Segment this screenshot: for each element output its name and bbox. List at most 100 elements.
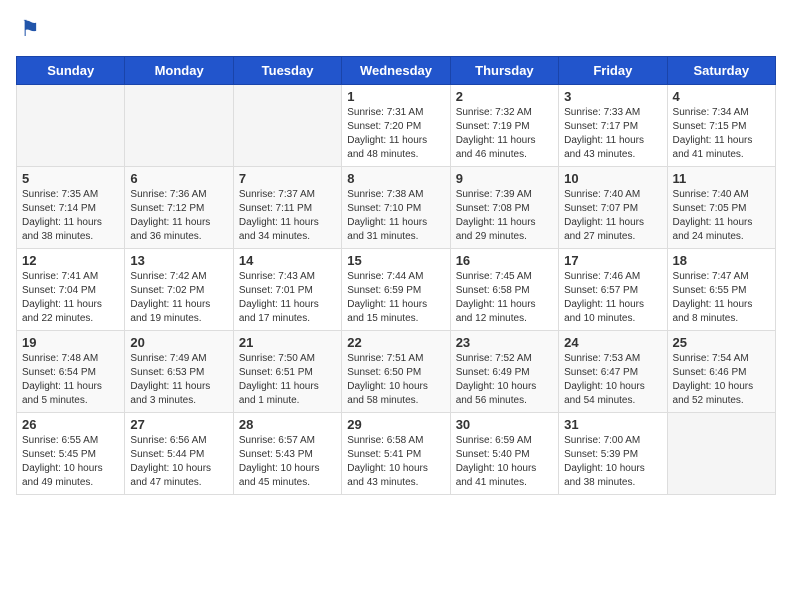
calendar-cell: 6 Sunrise: 7:36 AM Sunset: 7:12 PM Daylig… [125,167,233,249]
svg-text:⚑: ⚑ [20,16,40,41]
calendar-cell [17,85,125,167]
calendar-week-2: 5 Sunrise: 7:35 AM Sunset: 7:14 PM Daylig… [17,167,776,249]
day-info: Sunrise: 6:59 AM Sunset: 5:40 PM Dayligh… [456,434,553,490]
calendar-week-3: 12Sunrise: 7:41 AM Sunset: 7:04 PM Dayli… [17,249,776,331]
day-info: Sunrise: 7:43 AM Sunset: 7:01 PM Dayligh… [239,270,336,326]
day-number: 27 [130,417,227,432]
day-number: 22 [347,335,444,350]
day-info: Sunrise: 7:45 AM Sunset: 6:58 PM Dayligh… [456,270,553,326]
day-number: 5 [22,171,119,186]
day-number: 15 [347,253,444,268]
weekday-header-monday: Monday [125,57,233,85]
day-info: Sunrise: 7:31 AM Sunset: 7:20 PM Dayligh… [347,106,444,162]
day-info: Sunrise: 7:48 AM Sunset: 6:54 PM Dayligh… [22,352,119,408]
day-info: Sunrise: 7:49 AM Sunset: 6:53 PM Dayligh… [130,352,227,408]
day-info: Sunrise: 7:40 AM Sunset: 7:05 PM Dayligh… [673,188,770,244]
day-info: Sunrise: 6:55 AM Sunset: 5:45 PM Dayligh… [22,434,119,490]
weekday-header-wednesday: Wednesday [342,57,450,85]
weekday-header-saturday: Saturday [667,57,775,85]
day-info: Sunrise: 7:39 AM Sunset: 7:08 PM Dayligh… [456,188,553,244]
day-info: Sunrise: 7:35 AM Sunset: 7:14 PM Dayligh… [22,188,119,244]
day-info: Sunrise: 7:50 AM Sunset: 6:51 PM Dayligh… [239,352,336,408]
day-number: 17 [564,253,661,268]
calendar-week-1: 1Sunrise: 7:31 AM Sunset: 7:20 PM Daylig… [17,85,776,167]
calendar-cell: 30 Sunrise: 6:59 AM Sunset: 5:40 PM Dayli… [450,413,558,495]
calendar-cell: 27Sunrise: 6:56 AM Sunset: 5:44 PM Dayli… [125,413,233,495]
calendar-cell: 13Sunrise: 7:42 AM Sunset: 7:02 PM Dayli… [125,249,233,331]
day-number: 4 [673,89,770,104]
calendar-cell: 15 Sunrise: 7:44 AM Sunset: 6:59 PM Dayli… [342,249,450,331]
day-number: 26 [22,417,119,432]
day-info: Sunrise: 6:57 AM Sunset: 5:43 PM Dayligh… [239,434,336,490]
calendar-cell: 20 Sunrise: 7:49 AM Sunset: 6:53 PM Dayli… [125,331,233,413]
day-info: Sunrise: 7:44 AM Sunset: 6:59 PM Dayligh… [347,270,444,326]
calendar-cell: 12Sunrise: 7:41 AM Sunset: 7:04 PM Dayli… [17,249,125,331]
weekday-header-sunday: Sunday [17,57,125,85]
day-info: Sunrise: 7:36 AM Sunset: 7:12 PM Dayligh… [130,188,227,244]
calendar-cell: 17 Sunrise: 7:46 AM Sunset: 6:57 PM Dayli… [559,249,667,331]
calendar-cell [667,413,775,495]
page-header: ⚑ [16,16,776,44]
day-number: 23 [456,335,553,350]
calendar-cell: 14 Sunrise: 7:43 AM Sunset: 7:01 PM Dayli… [233,249,341,331]
calendar-cell: 1Sunrise: 7:31 AM Sunset: 7:20 PM Daylig… [342,85,450,167]
calendar-cell: 29Sunrise: 6:58 AM Sunset: 5:41 PM Dayli… [342,413,450,495]
calendar-header-row: SundayMondayTuesdayWednesdayThursdayFrid… [17,57,776,85]
calendar-cell: 3 Sunrise: 7:33 AM Sunset: 7:17 PM Daylig… [559,85,667,167]
calendar-cell: 23 Sunrise: 7:52 AM Sunset: 6:49 PM Dayli… [450,331,558,413]
day-info: Sunrise: 7:51 AM Sunset: 6:50 PM Dayligh… [347,352,444,408]
day-number: 10 [564,171,661,186]
day-number: 30 [456,417,553,432]
calendar-cell: 22 Sunrise: 7:51 AM Sunset: 6:50 PM Dayli… [342,331,450,413]
day-number: 2 [456,89,553,104]
calendar-cell: 28Sunrise: 6:57 AM Sunset: 5:43 PM Dayli… [233,413,341,495]
day-info: Sunrise: 7:42 AM Sunset: 7:02 PM Dayligh… [130,270,227,326]
calendar-week-4: 19Sunrise: 7:48 AM Sunset: 6:54 PM Dayli… [17,331,776,413]
calendar-cell: 5 Sunrise: 7:35 AM Sunset: 7:14 PM Daylig… [17,167,125,249]
day-number: 24 [564,335,661,350]
weekday-header-friday: Friday [559,57,667,85]
day-info: Sunrise: 7:53 AM Sunset: 6:47 PM Dayligh… [564,352,661,408]
day-number: 21 [239,335,336,350]
day-number: 14 [239,253,336,268]
day-number: 7 [239,171,336,186]
day-info: Sunrise: 7:47 AM Sunset: 6:55 PM Dayligh… [673,270,770,326]
day-info: Sunrise: 7:32 AM Sunset: 7:19 PM Dayligh… [456,106,553,162]
day-info: Sunrise: 7:33 AM Sunset: 7:17 PM Dayligh… [564,106,661,162]
calendar-cell: 21 Sunrise: 7:50 AM Sunset: 6:51 PM Dayli… [233,331,341,413]
day-info: Sunrise: 7:38 AM Sunset: 7:10 PM Dayligh… [347,188,444,244]
logo-icon: ⚑ [16,16,44,44]
calendar-cell: 16 Sunrise: 7:45 AM Sunset: 6:58 PM Dayli… [450,249,558,331]
calendar-cell: 8 Sunrise: 7:38 AM Sunset: 7:10 PM Daylig… [342,167,450,249]
calendar-cell: 10 Sunrise: 7:40 AM Sunset: 7:07 PM Dayli… [559,167,667,249]
day-number: 8 [347,171,444,186]
day-info: Sunrise: 7:52 AM Sunset: 6:49 PM Dayligh… [456,352,553,408]
calendar-cell [233,85,341,167]
day-number: 25 [673,335,770,350]
calendar-cell: 25 Sunrise: 7:54 AM Sunset: 6:46 PM Dayli… [667,331,775,413]
day-number: 20 [130,335,227,350]
calendar-cell: 11Sunrise: 7:40 AM Sunset: 7:05 PM Dayli… [667,167,775,249]
logo: ⚑ [16,16,48,44]
calendar-cell: 26 Sunrise: 6:55 AM Sunset: 5:45 PM Dayli… [17,413,125,495]
day-number: 16 [456,253,553,268]
day-number: 29 [347,417,444,432]
calendar-week-5: 26 Sunrise: 6:55 AM Sunset: 5:45 PM Dayli… [17,413,776,495]
calendar-cell: 4 Sunrise: 7:34 AM Sunset: 7:15 PM Daylig… [667,85,775,167]
calendar-cell: 7Sunrise: 7:37 AM Sunset: 7:11 PM Daylig… [233,167,341,249]
day-info: Sunrise: 7:40 AM Sunset: 7:07 PM Dayligh… [564,188,661,244]
day-info: Sunrise: 7:34 AM Sunset: 7:15 PM Dayligh… [673,106,770,162]
day-number: 6 [130,171,227,186]
day-number: 3 [564,89,661,104]
calendar-cell: 2 Sunrise: 7:32 AM Sunset: 7:19 PM Daylig… [450,85,558,167]
calendar-cell [125,85,233,167]
calendar-table: SundayMondayTuesdayWednesdayThursdayFrid… [16,56,776,495]
day-info: Sunrise: 7:00 AM Sunset: 5:39 PM Dayligh… [564,434,661,490]
calendar-cell: 18Sunrise: 7:47 AM Sunset: 6:55 PM Dayli… [667,249,775,331]
day-info: Sunrise: 7:46 AM Sunset: 6:57 PM Dayligh… [564,270,661,326]
day-info: Sunrise: 7:54 AM Sunset: 6:46 PM Dayligh… [673,352,770,408]
weekday-header-thursday: Thursday [450,57,558,85]
day-number: 9 [456,171,553,186]
day-number: 12 [22,253,119,268]
weekday-header-tuesday: Tuesday [233,57,341,85]
